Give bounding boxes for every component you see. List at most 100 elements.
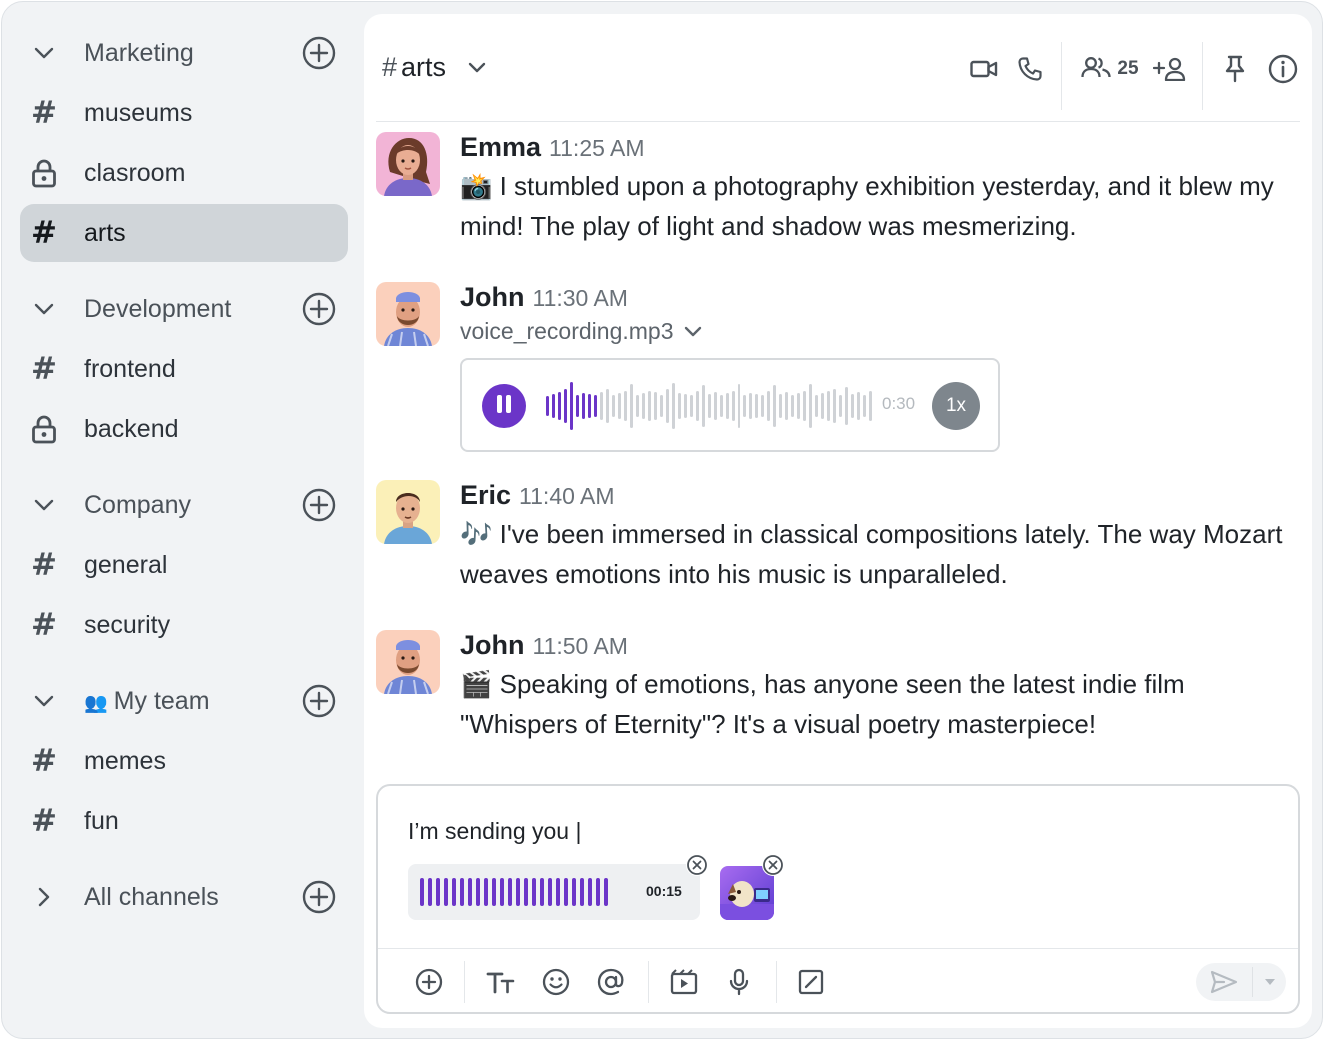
add-channel-icon[interactable] — [302, 880, 336, 914]
sidebar-item-museums[interactable]: # museums — [20, 84, 348, 142]
slash-command-icon[interactable] — [794, 965, 828, 999]
all-channels[interactable]: All channels — [20, 868, 348, 926]
waveform[interactable] — [546, 380, 873, 432]
channel-label: security — [84, 610, 171, 639]
waveform-bar — [845, 387, 849, 425]
members-icon — [1081, 56, 1112, 83]
sidebar-item-backend[interactable]: backend — [20, 400, 348, 458]
message: John 11:30 AM voice_recording.mp3 0:30 1… — [376, 282, 1296, 454]
pin-icon[interactable] — [1220, 52, 1250, 86]
avatar-john[interactable] — [376, 630, 440, 694]
composer-toolbar — [378, 948, 1298, 1014]
sidebar-item-security[interactable]: # security — [20, 596, 348, 654]
add-icon[interactable] — [412, 965, 446, 999]
waveform-bar — [815, 395, 819, 417]
waveform-bar — [623, 391, 627, 421]
chat-app: Marketing # museums clasroom # arts Deve… — [1, 1, 1323, 1039]
message-author[interactable]: John — [460, 630, 525, 661]
phone-icon[interactable] — [1014, 52, 1046, 86]
group-company[interactable]: Company — [20, 476, 348, 534]
message-author[interactable]: Emma — [460, 132, 541, 163]
sidebar-item-clasroom[interactable]: clasroom — [20, 144, 348, 202]
waveform-bar — [647, 391, 651, 421]
waveform-bar — [755, 394, 759, 418]
mention-icon[interactable] — [594, 965, 628, 999]
message-text: 🎶 I've been immersed in classical compos… — [460, 519, 1283, 589]
sidebar-item-arts[interactable]: # arts — [20, 204, 348, 262]
waveform-bar — [797, 393, 801, 419]
chevron-down-icon[interactable] — [20, 47, 68, 59]
channel-label: fun — [84, 806, 119, 835]
sidebar-item-frontend[interactable]: # frontend — [20, 340, 348, 398]
waveform-bar — [587, 394, 591, 418]
file-name[interactable]: voice_recording.mp3 — [460, 318, 674, 345]
playback-speed-button[interactable]: 1x — [932, 382, 980, 430]
text-format-icon[interactable] — [484, 965, 518, 999]
avatar-eric[interactable] — [376, 480, 440, 544]
channel-title[interactable]: # arts — [382, 52, 486, 83]
add-channel-icon[interactable] — [302, 684, 336, 718]
voice-attachment[interactable]: 00:15 — [408, 864, 700, 920]
info-icon[interactable] — [1266, 52, 1300, 86]
sidebar: Marketing # museums clasroom # arts Deve… — [2, 2, 364, 1038]
attachment-waveform — [420, 876, 608, 908]
chevron-right-icon[interactable] — [20, 887, 68, 907]
waveform-bar — [629, 384, 633, 428]
sidebar-item-fun[interactable]: # fun — [20, 792, 348, 850]
video-clip-icon[interactable] — [667, 965, 701, 999]
channel-name: arts — [401, 52, 447, 82]
avatar-emma[interactable] — [376, 132, 440, 196]
sidebar-item-general[interactable]: # general — [20, 536, 348, 594]
emoji-icon[interactable] — [539, 965, 573, 999]
member-count: 25 — [1117, 58, 1139, 79]
add-channel-icon[interactable] — [302, 292, 336, 326]
toolbar-divider — [648, 961, 649, 1003]
avatar-john[interactable] — [376, 282, 440, 346]
add-channel-icon[interactable] — [302, 36, 336, 70]
waveform-bar — [737, 384, 741, 428]
add-member-icon[interactable] — [1152, 52, 1188, 86]
members-button[interactable]: 25 — [1078, 52, 1142, 86]
send-button-group — [1196, 963, 1286, 1001]
message-text: 📸 I stumbled upon a photography exhibiti… — [460, 171, 1274, 241]
chevron-down-icon[interactable] — [20, 303, 68, 315]
music-notes-emoji-icon: 🎶 — [460, 519, 493, 549]
waveform-bar — [593, 395, 597, 417]
add-channel-icon[interactable] — [302, 488, 336, 522]
message-author[interactable]: John — [460, 282, 525, 313]
attachment-header: voice_recording.mp3 — [460, 318, 1300, 345]
message-time: 11:30 AM — [532, 285, 628, 311]
send-icon[interactable] — [1196, 970, 1252, 994]
all-channels-label: All channels — [84, 882, 219, 911]
caret-down-icon[interactable] — [1253, 978, 1286, 986]
channel-label: arts — [84, 218, 126, 247]
message-input[interactable]: I’m sending you | — [408, 818, 581, 845]
waveform-bar — [635, 395, 639, 417]
group-development[interactable]: Development — [20, 280, 348, 338]
waveform-bar — [695, 391, 699, 421]
message: John 11:50 AM 🎬 Speaking of emotions, ha… — [376, 630, 1296, 750]
group-marketing[interactable]: Marketing — [20, 24, 348, 82]
chevron-down-icon[interactable] — [20, 695, 68, 707]
group-my-team[interactable]: 👥 My team — [20, 672, 348, 730]
pause-button[interactable] — [482, 384, 526, 428]
attachment-duration: 00:15 — [646, 883, 682, 899]
waveform-bar — [779, 394, 783, 418]
microphone-icon[interactable] — [722, 965, 756, 999]
waveform-bar — [767, 391, 771, 421]
remove-attachment-icon[interactable] — [762, 854, 784, 876]
hash-icon: # — [382, 52, 398, 82]
people-emoji-icon: 👥 — [84, 692, 108, 714]
waveform-bar — [671, 383, 675, 429]
remove-attachment-icon[interactable] — [686, 854, 708, 876]
chevron-down-icon[interactable] — [468, 62, 486, 73]
waveform-bar — [713, 392, 717, 420]
sidebar-item-memes[interactable]: # memes — [20, 732, 348, 790]
lock-icon — [20, 158, 68, 188]
message-composer[interactable]: I’m sending you | 00:15 — [376, 784, 1300, 1014]
chevron-down-icon[interactable] — [20, 499, 68, 511]
channel-label: museums — [84, 98, 193, 127]
message-author[interactable]: Eric — [460, 480, 511, 511]
video-call-icon[interactable] — [968, 52, 1000, 86]
chevron-down-icon[interactable] — [684, 326, 702, 337]
